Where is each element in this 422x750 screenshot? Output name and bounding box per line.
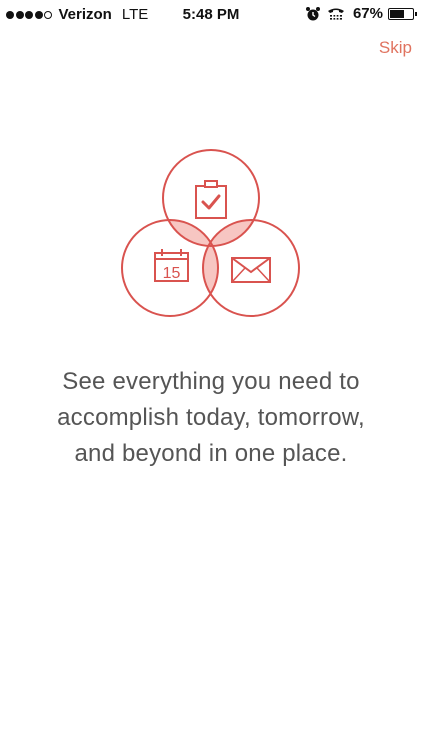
calendar-day-text: 15 bbox=[163, 265, 181, 282]
message-line: accomplish today, tomorrow, bbox=[57, 404, 365, 431]
venn-circle-tasks bbox=[162, 149, 260, 247]
message-line: See everything you need to bbox=[62, 368, 360, 395]
clipboard-check-icon bbox=[195, 180, 227, 219]
onboarding-screen: Verizon LTE 5:48 PM 67% Skip 15 See ever… bbox=[0, 0, 422, 750]
calendar-icon: 15 bbox=[154, 249, 189, 282]
message-line: and beyond in one place. bbox=[74, 440, 348, 467]
onboarding-message: See everything you need to accomplish to… bbox=[20, 364, 402, 472]
mail-icon bbox=[231, 257, 271, 283]
overlap-regions bbox=[163, 220, 259, 316]
